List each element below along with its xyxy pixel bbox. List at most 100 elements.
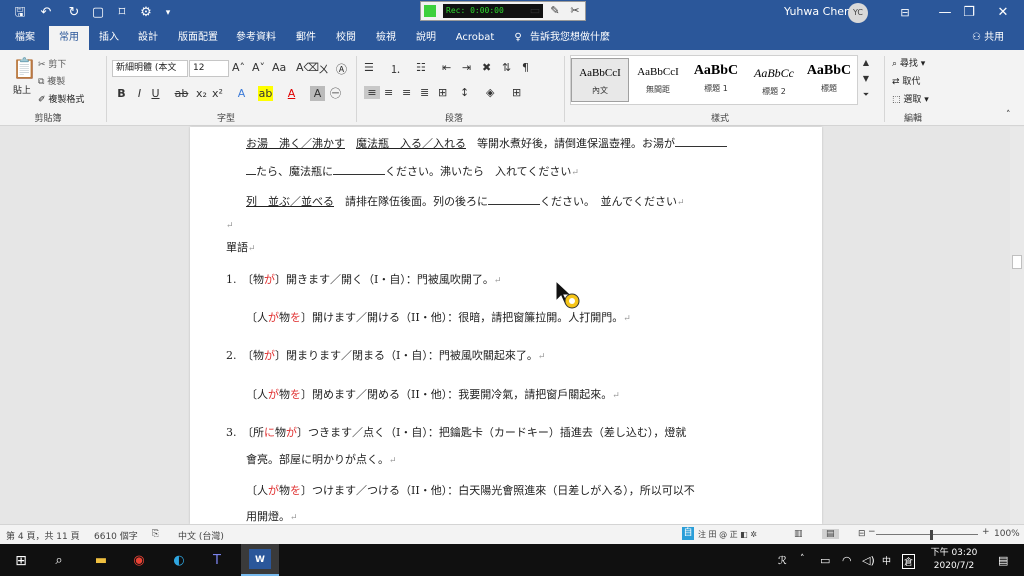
shading-icon[interactable]: ◈ bbox=[486, 86, 494, 99]
proofing-icon[interactable]: ⎘ bbox=[152, 529, 159, 539]
redo-icon[interactable]: ↻ bbox=[64, 3, 84, 23]
network-icon[interactable]: ◠ bbox=[842, 554, 852, 567]
edit-icon[interactable]: ✎ bbox=[547, 3, 563, 19]
format-painter-button[interactable]: ✐ 複製格式 bbox=[38, 92, 84, 105]
zoom-level[interactable]: 100% bbox=[994, 529, 1020, 539]
battery-icon[interactable]: ▭ bbox=[820, 554, 830, 567]
ime-keyboard-icon[interactable]: 倉 bbox=[902, 554, 916, 569]
text-effects-icon[interactable]: A bbox=[234, 86, 249, 101]
read-mode-icon[interactable]: ▥ bbox=[794, 529, 803, 539]
notifications-icon[interactable]: ▤ bbox=[998, 554, 1008, 567]
vertical-scrollbar[interactable] bbox=[1010, 127, 1024, 524]
decrease-indent-icon[interactable]: ⇤ bbox=[442, 61, 451, 74]
close-icon[interactable]: ✕ bbox=[980, 0, 1024, 26]
bullets-icon[interactable]: ☰ bbox=[364, 61, 374, 74]
bold-button[interactable]: B bbox=[114, 86, 129, 101]
styles-scroll-up-icon[interactable]: ▲ bbox=[860, 58, 872, 67]
word-icon[interactable]: W bbox=[249, 549, 271, 569]
align-left-icon[interactable]: ≡ bbox=[364, 86, 380, 99]
numbering-icon[interactable]: ⒈ bbox=[390, 61, 401, 77]
show-marks-icon[interactable]: ¶ bbox=[522, 61, 529, 74]
ime-mode-icon[interactable]: 中 bbox=[882, 554, 891, 567]
zoom-slider-thumb[interactable] bbox=[930, 530, 933, 540]
underline-button[interactable]: U bbox=[148, 86, 163, 101]
copy-button[interactable]: ⧉ 複製 bbox=[38, 74, 65, 87]
style-heading-2[interactable]: AaBbCc 標題 2 bbox=[745, 58, 803, 102]
clear-formatting-icon[interactable]: A⌫ bbox=[296, 61, 319, 74]
zoom-out-icon[interactable]: − bbox=[868, 527, 876, 537]
tab-help[interactable]: 說明 bbox=[410, 26, 442, 50]
paste-label[interactable]: 貼上 bbox=[13, 83, 31, 96]
italic-button[interactable]: I bbox=[132, 86, 147, 101]
cut-button[interactable]: ✂ 剪下 bbox=[38, 57, 66, 70]
undo-icon[interactable]: ↶ bbox=[36, 3, 56, 23]
multilevel-list-icon[interactable]: ☷ bbox=[416, 61, 426, 74]
tab-design[interactable]: 設計 bbox=[130, 26, 166, 50]
share-button[interactable]: ⚇ 共用 bbox=[972, 26, 1004, 50]
paste-icon[interactable]: 📋 bbox=[12, 56, 37, 82]
document-page[interactable]: お湯 沸く／沸かす 魔法瓶 入る／入れる 等開水煮好後，請倒進保溫壺裡。お湯が … bbox=[190, 127, 822, 524]
chrome-icon[interactable]: ◉ bbox=[128, 550, 150, 572]
collapse-ribbon-icon[interactable]: ˄ bbox=[1006, 110, 1011, 120]
save-icon[interactable]: 🖫 bbox=[10, 3, 30, 23]
web-layout-icon[interactable]: ⊟ bbox=[858, 529, 866, 539]
chinese-layout-icon[interactable]: ✖ bbox=[482, 61, 491, 74]
quick-tools-icon[interactable]: ⚙ bbox=[136, 3, 156, 23]
user-name[interactable]: Yuhwa Chen bbox=[784, 5, 851, 18]
styles-scroll-down-icon[interactable]: ▼ bbox=[860, 74, 872, 83]
line-spacing-icon[interactable]: ↕ bbox=[460, 86, 469, 99]
tab-review[interactable]: 校閱 bbox=[330, 26, 362, 50]
tab-file[interactable]: 檔案 bbox=[4, 26, 46, 50]
edge-icon[interactable]: ◐ bbox=[168, 550, 190, 572]
increase-indent-icon[interactable]: ⇥ bbox=[462, 61, 471, 74]
people-icon[interactable]: ℛ bbox=[778, 554, 787, 567]
tab-home[interactable]: 常用 bbox=[49, 26, 89, 50]
language[interactable]: 中文 (台灣) bbox=[178, 529, 224, 542]
align-center-icon[interactable]: ≡ bbox=[384, 86, 393, 99]
tell-me-search[interactable]: 告訴我您想做什麼 bbox=[530, 26, 618, 50]
font-name-combo[interactable]: 新細明體 (本文 bbox=[112, 60, 188, 77]
tab-acrobat[interactable]: Acrobat bbox=[450, 26, 500, 50]
zoom-in-icon[interactable]: + bbox=[982, 527, 990, 537]
style-heading-1[interactable]: AaBbC 標題 1 bbox=[687, 58, 745, 102]
font-size-combo[interactable]: 12 bbox=[189, 60, 229, 77]
customize-toolbar-icon[interactable]: ▾ bbox=[158, 3, 178, 23]
style-no-spacing[interactable]: AaBbCcI 無間距 bbox=[629, 58, 687, 102]
find-button[interactable]: ⌕ 尋找 ▾ bbox=[892, 56, 925, 69]
grow-font-icon[interactable]: A˄ bbox=[232, 61, 245, 74]
system-clock[interactable]: 下午 03:20 2020/7/2 bbox=[924, 547, 984, 573]
style-normal[interactable]: AaBbCcI 內文 bbox=[571, 58, 629, 102]
record-indicator[interactable] bbox=[424, 5, 436, 17]
justify-icon[interactable]: ≣ bbox=[420, 86, 429, 99]
styles-more-icon[interactable]: ⏷ bbox=[860, 90, 872, 100]
scrollbar-thumb[interactable] bbox=[1012, 255, 1022, 269]
teams-icon[interactable]: T bbox=[206, 550, 228, 572]
file-explorer-icon[interactable]: ▬ bbox=[90, 550, 112, 572]
subscript-button[interactable]: x₂ bbox=[194, 86, 209, 101]
avatar[interactable]: YC bbox=[848, 3, 868, 23]
page-count[interactable]: 第 4 頁，共 11 頁 bbox=[6, 529, 80, 542]
zoom-slider[interactable] bbox=[876, 534, 978, 535]
enclose-icon[interactable]: ㊀ bbox=[328, 86, 343, 101]
strikethrough-button[interactable]: ab bbox=[174, 86, 189, 101]
accessibility-tools-icons[interactable]: 注 田 @ 正 ◧ ✲ bbox=[698, 529, 757, 540]
distributed-icon[interactable]: ⊞ bbox=[438, 86, 447, 99]
show-hidden-icons-icon[interactable]: ˄ bbox=[800, 554, 805, 564]
style-title[interactable]: AaBbC 標題 bbox=[803, 58, 855, 102]
change-case-icon[interactable]: Aa bbox=[272, 61, 286, 74]
select-button[interactable]: ⬚ 選取 ▾ bbox=[892, 92, 929, 105]
windows-start-icon[interactable]: ⊞ bbox=[10, 550, 32, 572]
tab-mailings[interactable]: 郵件 bbox=[290, 26, 322, 50]
borders-icon[interactable]: ⊞ bbox=[512, 86, 521, 99]
open-icon[interactable]: ⌑ bbox=[112, 3, 132, 23]
tab-layout[interactable]: 版面配置 bbox=[172, 26, 224, 50]
enclose-character-icon[interactable]: Ⓐ bbox=[336, 61, 347, 77]
tab-references[interactable]: 參考資料 bbox=[230, 26, 282, 50]
folder-icon[interactable]: ▭ bbox=[527, 3, 543, 19]
tab-view[interactable]: 檢視 bbox=[370, 26, 402, 50]
shrink-font-icon[interactable]: A˅ bbox=[252, 61, 265, 74]
superscript-button[interactable]: x² bbox=[210, 86, 225, 101]
replace-button[interactable]: ⇄ 取代 bbox=[892, 74, 920, 87]
character-shading-icon[interactable]: A bbox=[310, 86, 325, 101]
align-right-icon[interactable]: ≡ bbox=[402, 86, 411, 99]
